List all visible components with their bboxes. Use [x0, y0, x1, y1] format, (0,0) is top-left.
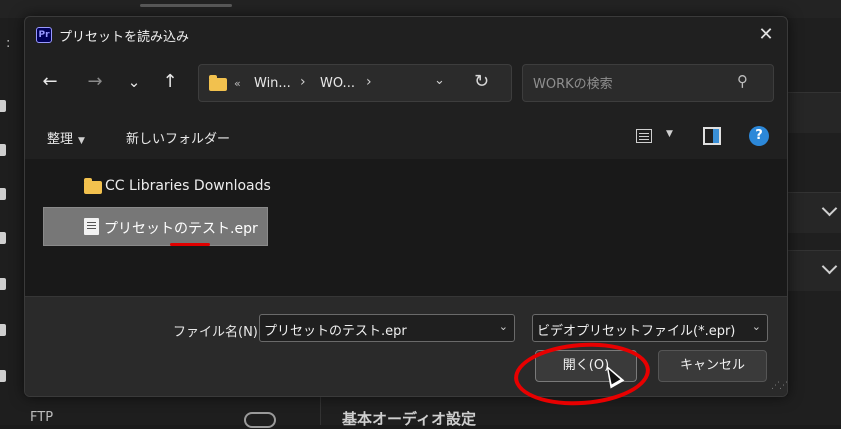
forward-arrow-icon[interactable]: →: [83, 70, 107, 94]
red-underline-annotation: [170, 243, 210, 246]
breadcrumb-item[interactable]: WO...: [320, 76, 355, 91]
breadcrumb-separator[interactable]: ›: [300, 74, 306, 90]
breadcrumb-overflow[interactable]: «: [234, 77, 241, 90]
preset-file-icon: [84, 218, 99, 235]
search-box[interactable]: ⚲: [522, 64, 774, 102]
caret-down-icon: ▼: [78, 136, 85, 146]
filetype-select[interactable]: ビデオプリセットファイル(*.epr) ⌄: [532, 314, 768, 342]
search-icon[interactable]: ⚲: [737, 72, 748, 90]
folder-icon: [84, 178, 102, 194]
close-button[interactable]: ✕: [751, 21, 781, 49]
tool-icon[interactable]: [0, 278, 6, 290]
file-name: CC Libraries Downloads: [105, 178, 271, 194]
breadcrumb-item[interactable]: Win...: [254, 76, 291, 91]
audio-settings-heading: 基本オーディオ設定: [342, 410, 476, 428]
app-right-panel: [788, 18, 841, 425]
panel-dropdown-row[interactable]: [788, 250, 841, 291]
tool-icon[interactable]: [0, 232, 6, 244]
list-item-selected[interactable]: プリセットのテスト.epr: [43, 207, 268, 246]
tool-icon[interactable]: [0, 144, 6, 156]
ftp-label: FTP: [30, 410, 54, 425]
refresh-icon[interactable]: ↻: [474, 71, 489, 92]
panel-header: [788, 92, 841, 133]
back-arrow-icon[interactable]: ←: [38, 70, 62, 94]
app-left-toolbar: [0, 18, 24, 425]
file-list: CC Libraries Downloads プリセットのテスト.epr: [25, 159, 787, 296]
organize-label: 整理: [47, 132, 74, 147]
list-item[interactable]: CC Libraries Downloads: [79, 175, 329, 197]
premiere-app-icon: Pr: [36, 27, 52, 43]
panel-dropdown-row[interactable]: [788, 192, 841, 233]
filename-value: プリセットのテスト.epr: [264, 324, 407, 339]
dialog-footer: ファイル名(N): プリセットのテスト.epr ⌄ ビデオプリセットファイル(*…: [25, 296, 787, 396]
filename-label: ファイル名(N):: [173, 325, 263, 340]
help-icon[interactable]: ?: [749, 126, 769, 146]
navigation-bar: ← → ⌄ ↑ « Win... › WO... › ⌄ ↻ ⚲: [25, 57, 787, 107]
breadcrumb-separator[interactable]: ›: [366, 74, 372, 90]
dialog-titlebar[interactable]: Pr プリセットを読み込み ✕: [25, 17, 787, 53]
ftp-toggle[interactable]: [244, 412, 276, 428]
address-dropdown-icon[interactable]: ⌄: [434, 73, 445, 88]
organize-button[interactable]: 整理 ▼: [47, 128, 85, 147]
app-separator: :: [6, 36, 11, 51]
chevron-down-icon: [821, 258, 838, 275]
command-bar: 整理 ▼ 新しいフォルダー ▼ ?: [25, 115, 787, 159]
file-name: プリセットのテスト.epr: [104, 221, 258, 237]
filetype-value: ビデオプリセットファイル(*.epr): [537, 324, 736, 339]
address-bar[interactable]: « Win... › WO... › ⌄ ↻: [198, 64, 512, 102]
search-input[interactable]: [531, 73, 735, 95]
tool-icon[interactable]: [0, 370, 6, 382]
filename-field[interactable]: プリセットのテスト.epr ⌄: [259, 314, 515, 342]
chevron-down-icon: ⌄: [751, 320, 761, 333]
view-options-caret-icon[interactable]: ▼: [666, 129, 673, 139]
new-folder-button[interactable]: 新しいフォルダー: [126, 128, 230, 147]
tool-icon[interactable]: [0, 324, 6, 336]
folder-icon: [209, 75, 227, 91]
up-arrow-icon[interactable]: ↑: [158, 70, 182, 94]
chevron-down-icon[interactable]: ⌄: [499, 320, 508, 333]
view-list-icon[interactable]: [636, 129, 652, 143]
tool-icon[interactable]: [0, 100, 6, 112]
cancel-button[interactable]: キャンセル: [658, 350, 767, 382]
app-tab-indicator: [140, 4, 232, 7]
chevron-down-icon: [821, 200, 838, 217]
dialog-title: プリセットを読み込み: [59, 30, 190, 45]
recent-locations-icon[interactable]: ⌄: [122, 70, 146, 94]
tool-icon[interactable]: [0, 188, 6, 200]
resize-grip-icon[interactable]: ⋰⋰: [771, 381, 787, 391]
load-preset-dialog: Pr プリセットを読み込み ✕ ← → ⌄ ↑ « Win... › WO...…: [24, 16, 788, 397]
preview-pane-icon[interactable]: [703, 127, 721, 145]
